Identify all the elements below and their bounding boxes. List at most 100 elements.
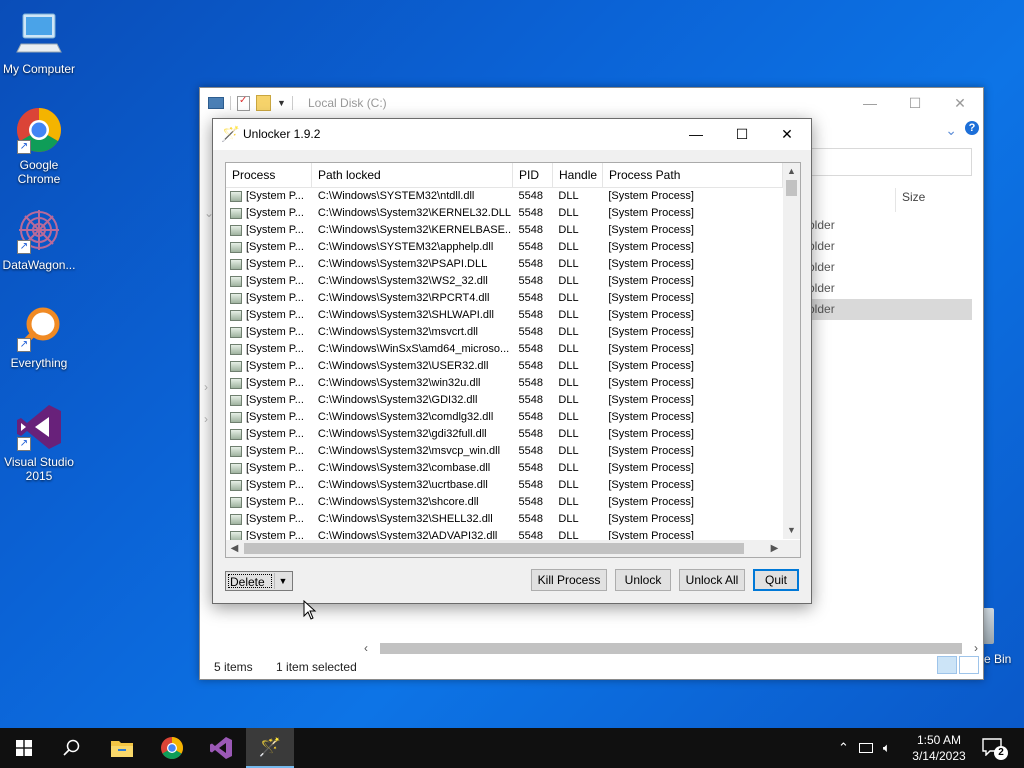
properties-icon[interactable]: ✓: [237, 95, 250, 111]
chevron-left-icon[interactable]: ‹: [364, 641, 368, 655]
file-explorer-icon: [111, 741, 133, 757]
table-row[interactable]: [System P... C:\Windows\System32\RPCRT4.d…: [226, 290, 782, 307]
table-row[interactable]: [System P... C:\Windows\System32\win32u.d…: [226, 375, 782, 392]
close-button[interactable]: ✕: [764, 119, 810, 149]
chevron-right-icon[interactable]: ›: [204, 380, 208, 394]
table-row[interactable]: [System P... C:\Windows\System32\GDI32.dl…: [226, 392, 782, 409]
column-header-path-locked[interactable]: Path locked: [312, 163, 513, 187]
cell-path-locked: C:\Windows\System32\gdi32full.dll: [317, 428, 487, 440]
chevron-down-icon[interactable]: ▼: [277, 98, 286, 108]
table-row[interactable]: [System P... C:\Windows\SYSTEM32\apphelp.…: [226, 239, 782, 256]
new-folder-icon[interactable]: [256, 95, 271, 111]
desktop-icon-google-chrome[interactable]: ↗ Google Chrome: [0, 106, 78, 186]
clock[interactable]: 1:50 AM 3/14/2023: [906, 732, 972, 764]
unlock-all-button[interactable]: Unlock All: [679, 569, 745, 591]
locked-handles-list[interactable]: Process Path locked PID Handle Process P…: [225, 162, 801, 558]
action-center-button[interactable]: 2: [982, 738, 1008, 760]
table-row[interactable]: [System P... C:\Windows\System32\gdi32ful…: [226, 426, 782, 443]
chevron-down-icon[interactable]: ▼: [783, 522, 800, 539]
start-button[interactable]: [0, 728, 48, 768]
table-row[interactable]: [System P... C:\Windows\System32\comdlg32…: [226, 409, 782, 426]
maximize-button[interactable]: ☐: [892, 88, 938, 118]
status-selected-count: 1 item selected: [276, 660, 357, 674]
desktop-icon-my-computer[interactable]: My Computer: [0, 10, 78, 76]
drive-icon[interactable]: [208, 97, 224, 109]
cell-process-path: [System Process]: [608, 462, 694, 474]
action-select[interactable]: Delete ▼: [225, 571, 293, 591]
search-input[interactable]: [810, 148, 972, 176]
explorer-titlebar[interactable]: ✓ ▼ Local Disk (C:) — ☐ ✕: [200, 88, 983, 119]
desktop-icon-datawagon[interactable]: ↗ DataWagon...: [0, 206, 78, 272]
help-icon[interactable]: ?: [965, 121, 979, 135]
chevron-right-icon[interactable]: ▶: [766, 540, 783, 557]
close-button[interactable]: ✕: [937, 88, 983, 118]
network-icon[interactable]: [858, 743, 873, 753]
table-row[interactable]: [System P... C:\Windows\System32\SHLWAPI.…: [226, 307, 782, 324]
cell-handle: DLL: [558, 241, 579, 253]
scroll-thumb[interactable]: [380, 643, 962, 654]
taskbar-chrome[interactable]: [148, 728, 196, 768]
unlocker-titlebar[interactable]: 🪄 Unlocker 1.9.2 — ☐ ✕: [213, 119, 811, 150]
details-view-icon[interactable]: [937, 656, 957, 674]
quit-button[interactable]: Quit: [753, 569, 799, 591]
table-row[interactable]: [System P... C:\Windows\System32\KERNEL32…: [226, 205, 782, 222]
column-header-pid[interactable]: PID: [513, 163, 553, 187]
cell-pid: 5548: [518, 394, 543, 406]
list-item[interactable]: older: [808, 278, 972, 299]
horizontal-scrollbar[interactable]: ‹ ›: [360, 640, 982, 657]
table-row[interactable]: [System P... C:\Windows\System32\SHELL32.…: [226, 511, 782, 528]
table-row[interactable]: [System P... C:\Windows\System32\msvcp_wi…: [226, 443, 782, 460]
desktop-icon-visual-studio[interactable]: ↗ Visual Studio 2015: [0, 403, 78, 483]
scroll-thumb[interactable]: [786, 180, 797, 196]
cell-pid: 5548: [518, 360, 543, 372]
chevron-left-icon[interactable]: ◀: [226, 540, 243, 557]
cell-process: [System P...: [226, 426, 312, 443]
chevron-down-icon[interactable]: ▼: [274, 573, 291, 589]
column-header-handle[interactable]: Handle: [553, 163, 603, 187]
cell-path-locked: C:\Windows\System32\win32u.dll: [317, 377, 481, 389]
chevron-up-icon[interactable]: ▲: [783, 163, 800, 180]
taskbar-visual-studio[interactable]: [197, 728, 245, 768]
table-row[interactable]: [System P... C:\Windows\System32\USER32.d…: [226, 358, 782, 375]
vertical-scrollbar[interactable]: ▲ ▼: [783, 163, 800, 539]
chevron-down-icon[interactable]: ⌄: [945, 122, 957, 139]
cell-text: [System P...: [246, 292, 304, 304]
chevron-right-icon[interactable]: ›: [204, 412, 208, 426]
minimize-button[interactable]: —: [847, 88, 893, 118]
table-row[interactable]: [System P... C:\Windows\System32\PSAPI.DL…: [226, 256, 782, 273]
cell-process-path: [System Process]: [608, 326, 694, 338]
list-item[interactable]: older: [808, 215, 972, 236]
kill-process-button[interactable]: Kill Process: [531, 569, 607, 591]
table-row[interactable]: [System P... C:\Windows\SYSTEM32\ntdll.dl…: [226, 188, 782, 205]
table-row[interactable]: [System P... C:\Windows\System32\combase.…: [226, 460, 782, 477]
large-icons-view-icon[interactable]: [959, 656, 979, 674]
table-row[interactable]: [System P... C:\Windows\System32\WS2_32.d…: [226, 273, 782, 290]
table-row[interactable]: [System P... C:\Windows\System32\ucrtbase…: [226, 477, 782, 494]
search-button[interactable]: [48, 728, 96, 768]
unlocker-window[interactable]: 🪄 Unlocker 1.9.2 — ☐ ✕ Process Path lock…: [212, 118, 812, 604]
list-item[interactable]: older: [808, 257, 972, 278]
taskbar-file-explorer[interactable]: [98, 728, 146, 768]
shortcut-arrow-icon: ↗: [17, 338, 31, 352]
table-row[interactable]: [System P... C:\Windows\WinSxS\amd64_micr…: [226, 341, 782, 358]
minimize-button[interactable]: —: [673, 119, 719, 149]
chevron-right-icon[interactable]: ›: [974, 641, 978, 655]
table-row[interactable]: [System P... C:\Windows\System32\KERNELBA…: [226, 222, 782, 239]
horizontal-scrollbar[interactable]: ◀ ▶: [226, 540, 783, 557]
unlock-button[interactable]: Unlock: [615, 569, 671, 591]
chevron-up-icon[interactable]: ⌃: [838, 740, 849, 756]
table-row[interactable]: [System P... C:\Windows\System32\shcore.d…: [226, 494, 782, 511]
scroll-thumb[interactable]: [244, 543, 744, 554]
column-header-process[interactable]: Process: [226, 163, 312, 187]
column-header-process-path[interactable]: Process Path: [603, 163, 783, 187]
action-select-value: Delete: [228, 574, 272, 589]
volume-icon[interactable]: 🔈︎: [883, 740, 891, 756]
cell-pid: 5548: [518, 241, 543, 253]
taskbar-unlocker[interactable]: 🪄: [246, 728, 294, 768]
column-header-size[interactable]: Size: [895, 188, 975, 212]
list-item[interactable]: older: [808, 236, 972, 257]
list-item-selected[interactable]: older: [808, 299, 972, 320]
desktop-icon-everything[interactable]: ↗ Everything: [0, 304, 78, 370]
maximize-button[interactable]: ☐: [719, 119, 765, 149]
table-row[interactable]: [System P... C:\Windows\System32\msvcrt.d…: [226, 324, 782, 341]
